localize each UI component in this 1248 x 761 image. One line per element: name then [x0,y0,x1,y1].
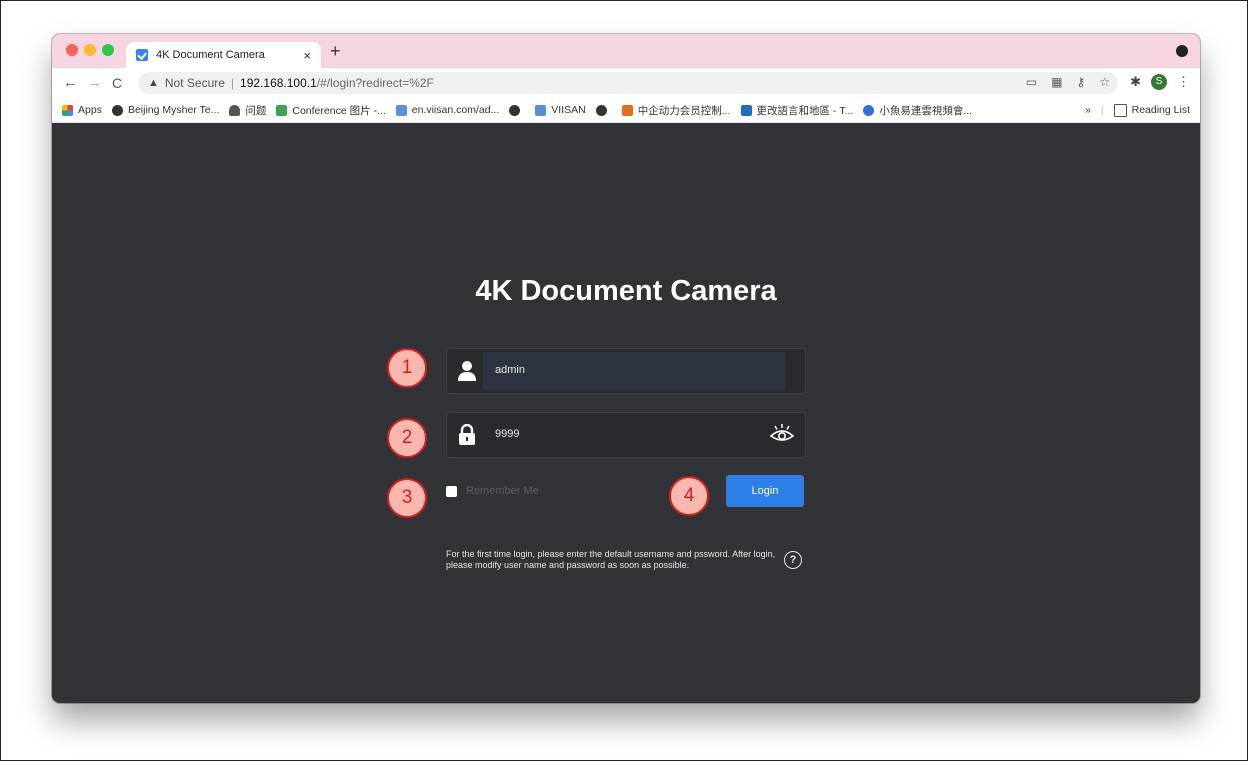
viisan-logo-icon [535,104,547,116]
address-bar-actions: ▭ ▦ ⚷ ☆ [1026,75,1110,89]
login-button[interactable]: Login [726,475,804,507]
tab-document-camera[interactable]: 4K Document Camera × [126,42,321,68]
bookmark-item[interactable]: VIISAN [535,104,586,116]
login-page: 4K Document Camera admin 9999 Remember M… [52,123,1200,703]
password-value[interactable]: 9999 [495,428,519,440]
password-field[interactable]: 9999 [446,412,806,458]
browser-window: 4K Document Camera × + ← → C ▲ Not Secur… [52,34,1200,703]
remember-me-checkbox[interactable] [446,485,457,497]
user-icon [458,361,476,381]
globe-icon [509,104,521,116]
url-path: /#/login?redirect=%2F [316,76,434,90]
bookmark-label: Beijing Mysher Te... [127,104,220,116]
bookmarks-overflow-icon[interactable]: » [1085,104,1091,116]
bookmark-label: en.viisan.com/ad... [411,104,500,116]
remember-me[interactable]: Remember Me [446,485,539,497]
teamviewer-icon [740,104,752,116]
tab-close-icon[interactable]: × [303,48,311,63]
pin-icon [229,104,241,116]
bookmark-label: Apps [78,104,102,116]
reading-list-label: Reading List [1131,104,1190,116]
bookmark-item[interactable]: en.viisan.com/ad... [395,104,500,116]
apps-grid-icon [62,104,73,116]
bookmark-item[interactable]: Conference 图片 -... [276,103,386,118]
px-icon [276,104,288,116]
bookmark-item[interactable] [595,104,612,116]
bookmarks-bar-right: » | Reading List [1085,103,1190,117]
ce-logo-icon [621,104,633,116]
bookmark-item[interactable] [509,104,525,116]
new-tab-button[interactable]: + [330,41,341,62]
key-icon[interactable]: ⚷ [1076,75,1085,89]
forward-icon[interactable]: → [87,74,102,91]
username-input-bg [483,352,785,390]
bookmark-item[interactable]: Beijing Mysher Te... [111,104,220,116]
address-bar[interactable]: ▲ Not Secure | 192.168.100.1 /#/login?re… [138,72,1118,94]
bookmark-label: 更改語言和地區 - T... [756,104,854,117]
toolbar-right: ✱ S ⋮ [1130,74,1190,90]
callout-2: 2 [387,418,427,458]
username-field[interactable]: admin [446,348,806,394]
callout-3: 3 [387,478,427,518]
globe-icon [595,104,607,116]
reading-list-icon [1113,103,1127,117]
bookmark-label: 问题 [245,104,267,117]
bookmark-label: Conference 图片 -... [292,104,386,117]
tab-favicon-icon [136,49,148,61]
extensions-puzzle-icon[interactable]: ✱ [1130,74,1141,90]
reading-list-button[interactable]: Reading List [1113,103,1190,117]
username-value[interactable]: admin [495,364,525,376]
bookmark-item[interactable]: 小魚易連雲視頻會... [863,103,972,118]
first-login-hint: For the first time login, please enter t… [446,549,776,570]
bookmark-item[interactable]: 问题 [229,103,266,118]
url-host: 192.168.100.1 [240,76,317,90]
profile-menu-icon[interactable] [1176,45,1188,57]
close-window-button[interactable] [66,44,78,56]
xylink-icon [863,104,875,116]
tab-strip: 4K Document Camera × + [52,34,1200,68]
kebab-menu-icon[interactable]: ⋮ [1177,74,1190,90]
security-label[interactable]: Not Secure [165,76,225,90]
globe-icon [111,104,123,116]
lock-icon [459,424,475,445]
bookmark-item[interactable]: 中企动力会员控制... [621,103,731,118]
viisan-logo-icon [395,104,407,116]
address-separator: | [230,76,235,90]
avatar[interactable]: S [1151,74,1167,90]
callout-4: 4 [669,476,709,516]
warning-icon[interactable]: ▲ [148,77,159,89]
bookmark-star-icon[interactable]: ☆ [1099,75,1110,89]
bookmark-label: VIISAN [551,104,586,116]
reload-icon[interactable]: C [112,75,122,91]
cast-icon[interactable]: ▭ [1026,75,1037,89]
bookmarks-divider: | [1100,104,1104,116]
tab-title: 4K Document Camera [156,49,265,61]
callout-1: 1 [387,348,427,388]
qr-code-icon[interactable]: ▦ [1051,75,1062,89]
page-title: 4K Document Camera [475,275,777,307]
browser-toolbar: ← → C ▲ Not Secure | 192.168.100.1 /#/lo… [52,68,1200,98]
remember-me-label[interactable]: Remember Me [466,485,539,497]
eye-icon[interactable] [769,423,795,445]
bookmark-apps[interactable]: Apps [62,104,102,116]
help-icon[interactable]: ? [784,551,802,569]
bookmark-item[interactable]: 更改語言和地區 - T... [740,103,854,118]
bookmarks-bar: Apps Beijing Mysher Te... 问题 Conference … [52,98,1200,123]
minimize-window-button[interactable] [84,44,96,56]
bookmark-label: 小魚易連雲視頻會... [879,104,973,117]
back-icon[interactable]: ← [63,74,78,91]
maximize-window-button[interactable] [102,44,114,56]
bookmark-label: 中企动力会员控制... [637,104,731,117]
